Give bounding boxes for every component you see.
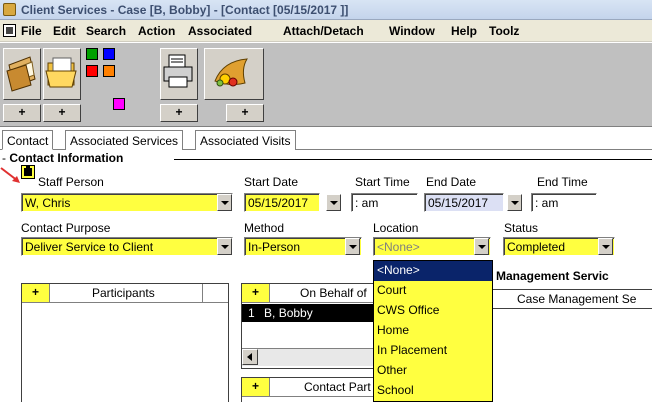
cornucopia-icon	[214, 58, 248, 87]
contact-purpose-label: Contact Purpose	[21, 221, 111, 235]
participants-grid[interactable]: + Participants	[21, 283, 229, 402]
on-behalf-header: + On Behalf of	[242, 284, 373, 303]
printer-add-button[interactable]: +	[160, 104, 198, 122]
location-dropdown-list[interactable]: <None> Court CWS Office Home In Placemen…	[373, 260, 493, 402]
menu-search[interactable]: Search	[86, 24, 126, 38]
start-date-label: Start Date	[244, 175, 299, 189]
orange-swatch[interactable]	[103, 65, 115, 77]
location-option-home[interactable]: Home	[374, 321, 492, 341]
tab-associated-services[interactable]: Associated Services	[65, 130, 184, 150]
location-option-none[interactable]: <None>	[374, 261, 492, 281]
blue-swatch[interactable]	[103, 48, 115, 60]
staff-person-field[interactable]: W, Chris	[21, 193, 233, 212]
staff-person-label: Staff Person	[38, 175, 104, 189]
end-date-dropdown-button[interactable]	[507, 194, 522, 211]
table-row[interactable]: 1 B, Bobby	[242, 304, 373, 322]
start-time-field[interactable]: : am	[351, 193, 418, 212]
open-folder-add-button[interactable]: +	[43, 104, 81, 122]
case-management-title: e Management Servic	[486, 269, 609, 283]
case-folder-button[interactable]	[3, 48, 41, 100]
location-option-cws-office[interactable]: CWS Office	[374, 301, 492, 321]
location-label: Location	[373, 221, 419, 235]
menu-window[interactable]: Window	[389, 24, 435, 38]
staff-person-dropdown-button[interactable]	[217, 194, 232, 211]
tab-strip: Contact Associated Services Associated V…	[0, 128, 652, 150]
end-time-field[interactable]: : am	[531, 193, 597, 212]
printer-button[interactable]	[160, 48, 198, 100]
red-swatch[interactable]	[86, 65, 98, 77]
participants-column[interactable]: Participants	[92, 286, 155, 300]
location-option-court[interactable]: Court	[374, 281, 492, 301]
scroll-left-button[interactable]	[242, 349, 258, 365]
contact-part-add-button[interactable]: +	[242, 378, 270, 396]
section-divider	[174, 159, 652, 160]
cornucopia-add-button[interactable]: +	[226, 104, 264, 122]
menu-bar: File Edit Search Action Associated Attac…	[0, 20, 652, 42]
title-bar: Client Services - Case [B, Bobby] - [Con…	[0, 0, 652, 20]
location-option-in-placement[interactable]: In Placement	[374, 341, 492, 361]
case-management-column[interactable]: Case Management Se	[517, 292, 636, 306]
start-date-dropdown-button[interactable]	[326, 194, 341, 211]
menu-associated[interactable]: Associated	[188, 24, 252, 38]
menu-action[interactable]: Action	[138, 24, 175, 38]
system-menu-icon[interactable]	[3, 24, 16, 37]
location-option-school[interactable]: School	[374, 381, 492, 401]
participants-header: + Participants	[22, 284, 228, 303]
window-title: Client Services - Case [B, Bobby] - [Con…	[21, 3, 349, 17]
open-folder-icon	[45, 57, 77, 88]
magenta-swatch[interactable]	[113, 98, 125, 110]
contact-part-header: + Contact Part	[242, 378, 373, 397]
menu-toolz[interactable]: Toolz	[489, 24, 519, 38]
case-management-grid[interactable]: Case Management Se	[470, 289, 652, 309]
tab-associated-visits[interactable]: Associated Visits	[195, 130, 296, 150]
location-dropdown-button[interactable]	[474, 238, 489, 255]
contact-purpose-field[interactable]: Deliver Service to Client	[21, 237, 233, 256]
scroll-left-icon	[247, 353, 252, 361]
start-time-label: Start Time	[355, 175, 410, 189]
status-dropdown-button[interactable]	[598, 238, 613, 255]
method-dropdown-button[interactable]	[345, 238, 360, 255]
contact-part-column[interactable]: Contact Part	[304, 380, 371, 394]
green-swatch[interactable]	[86, 48, 98, 60]
row-name: B, Bobby	[264, 306, 313, 320]
end-time-label: End Time	[537, 175, 588, 189]
case-folder-icon	[6, 56, 36, 92]
on-behalf-grid[interactable]: + On Behalf of 1 B, Bobby	[241, 283, 374, 369]
on-behalf-add-button[interactable]: +	[242, 284, 270, 302]
horizontal-scrollbar[interactable]	[242, 348, 373, 366]
staff-lookup-icon[interactable]	[21, 165, 35, 179]
contact-purpose-dropdown-button[interactable]	[217, 238, 232, 255]
toolbar: + + + +	[0, 43, 652, 127]
section-title: - Contact Information	[2, 151, 124, 165]
on-behalf-column[interactable]: On Behalf of	[300, 286, 367, 300]
end-date-label: End Date	[426, 175, 477, 189]
menu-edit[interactable]: Edit	[53, 24, 76, 38]
column-divider	[202, 284, 203, 302]
menu-attach-detach[interactable]: Attach/Detach	[283, 24, 364, 38]
method-label: Method	[244, 221, 285, 235]
contact-part-grid[interactable]: + Contact Part	[241, 377, 374, 402]
printer-icon	[163, 54, 193, 88]
open-folder-button[interactable]	[43, 48, 81, 100]
end-date-field[interactable]: 05/15/2017	[424, 193, 504, 212]
row-number: 1	[248, 306, 255, 320]
menu-help[interactable]: Help	[451, 24, 477, 38]
menu-file[interactable]: File	[21, 24, 42, 38]
start-date-field[interactable]: 05/15/2017	[244, 193, 320, 212]
participants-add-button[interactable]: +	[22, 284, 50, 302]
app-icon	[3, 3, 16, 16]
color-palette	[83, 48, 153, 80]
status-label: Status	[504, 221, 539, 235]
tab-contact[interactable]: Contact	[2, 130, 54, 150]
case-folder-add-button[interactable]: +	[3, 104, 41, 122]
location-option-other[interactable]: Other	[374, 361, 492, 381]
cornucopia-button[interactable]	[204, 48, 264, 100]
